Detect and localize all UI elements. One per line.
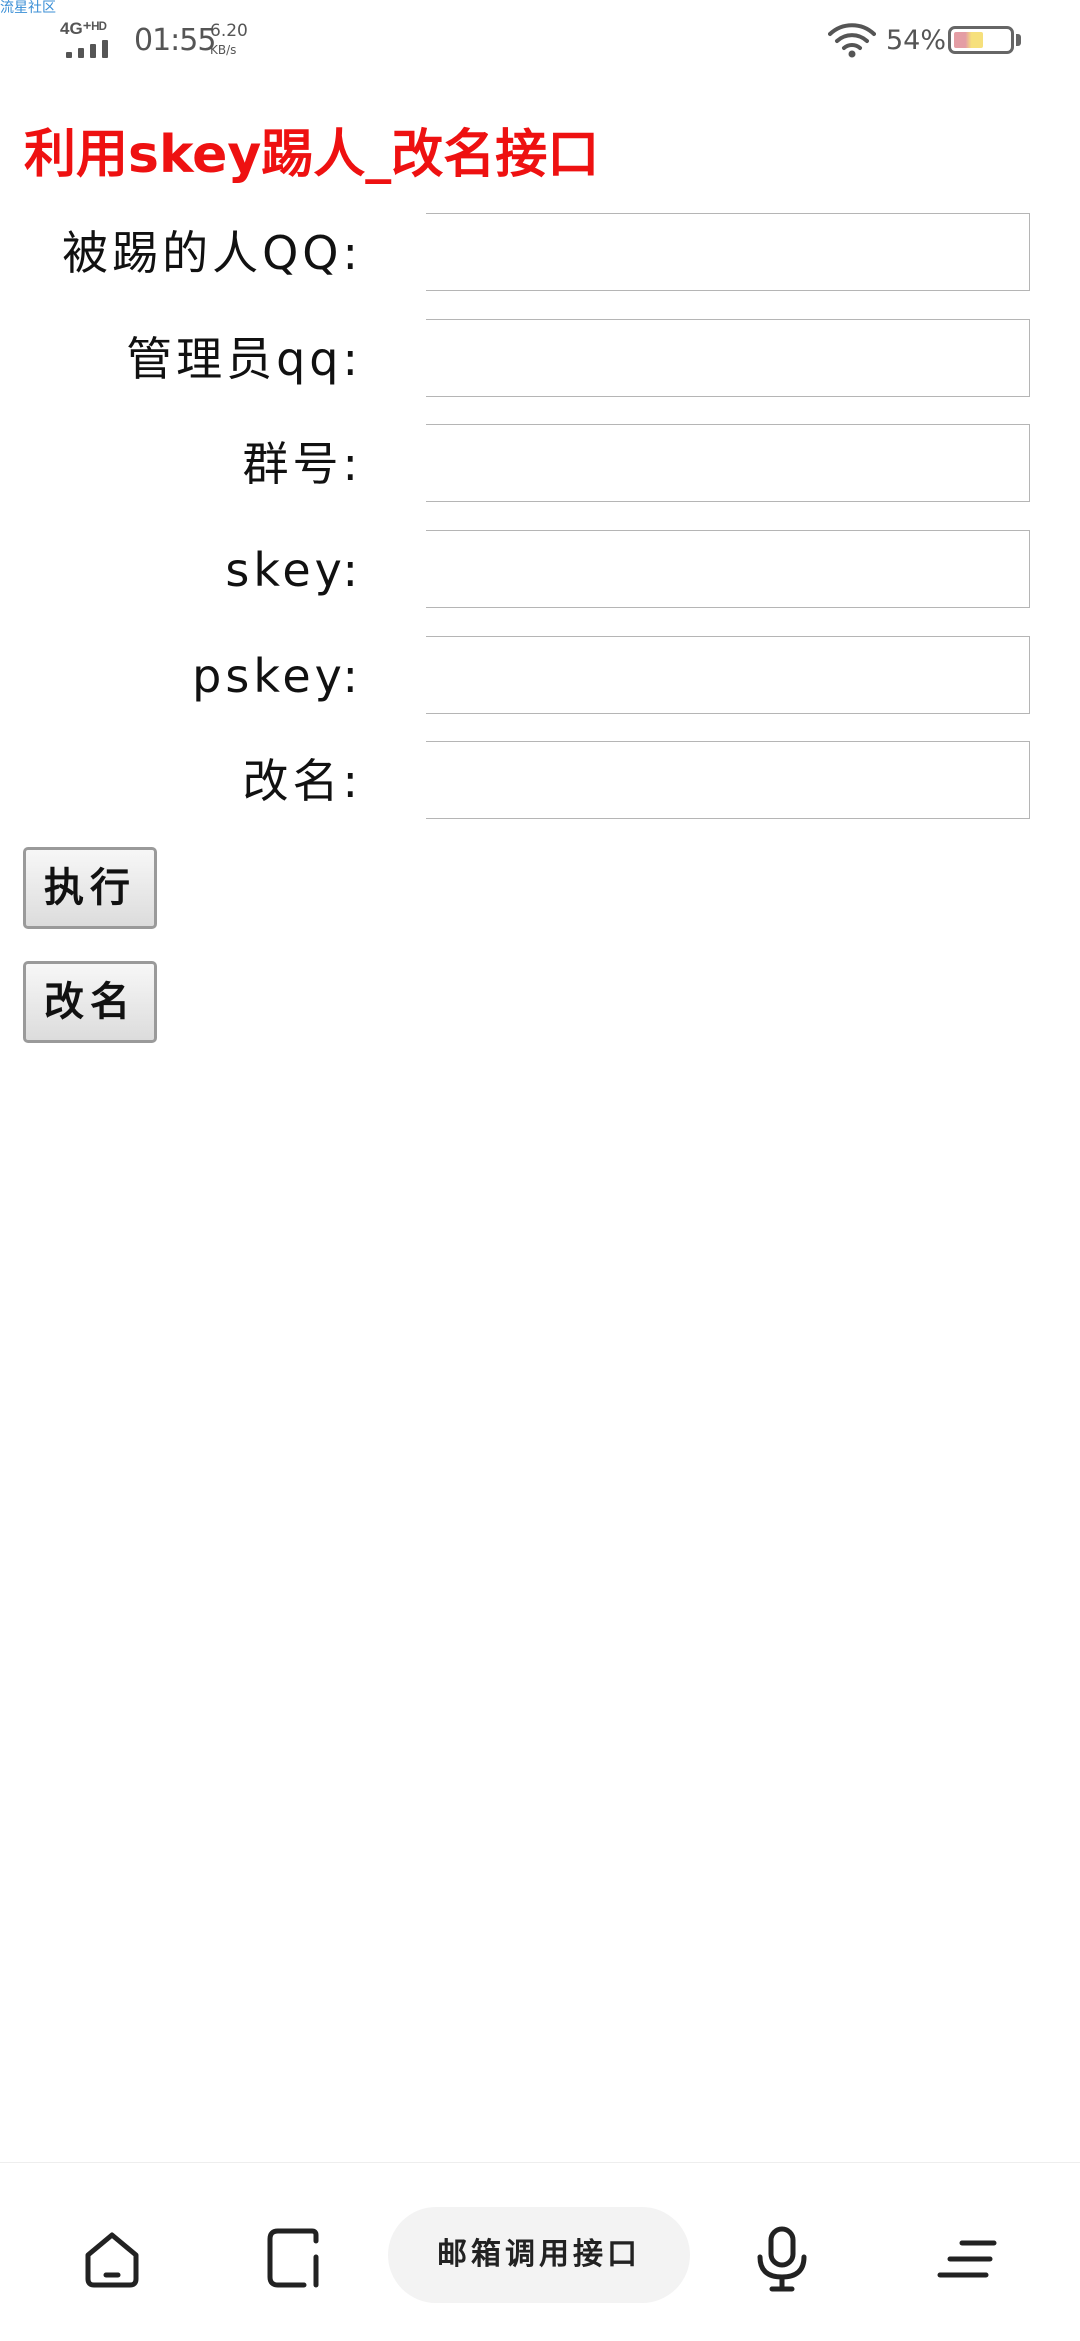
kicked-qq-label: 被踢的人QQ:	[62, 226, 362, 280]
tabs-button[interactable]	[256, 2219, 336, 2299]
skey-label: skey:	[225, 543, 362, 597]
rename-button[interactable]: 改名	[23, 961, 157, 1043]
group-number-label: 群号:	[242, 437, 362, 491]
network-speed-value: 6.20	[210, 21, 248, 41]
form-row-pskey: pskey:	[0, 636, 1080, 716]
network-type: 4G⁺ᴴᴰ	[60, 19, 107, 38]
admin-qq-label: 管理员qq:	[126, 332, 362, 386]
battery-percent: 54%	[886, 25, 947, 56]
form-row-rename: 改名:	[0, 741, 1080, 821]
tabs-icon	[267, 2228, 319, 2288]
network-speed-unit: KB/s	[210, 43, 237, 57]
skey-input[interactable]	[426, 530, 1030, 608]
page-title: 利用skey踢人_改名接口	[24, 125, 600, 185]
pskey-label: pskey:	[192, 649, 362, 703]
battery-level	[954, 32, 984, 48]
email-api-button[interactable]: 邮箱调用接口	[388, 2207, 690, 2303]
menu-button[interactable]	[928, 2219, 1008, 2299]
voice-button[interactable]	[742, 2219, 822, 2299]
form-row-kicked-qq: 被踢的人QQ:	[0, 213, 1080, 293]
microphone-icon	[757, 2226, 807, 2292]
form-row-skey: skey:	[0, 530, 1080, 610]
signal-icon	[66, 40, 118, 58]
execute-button[interactable]: 执行	[23, 847, 157, 929]
battery-tip	[1016, 34, 1021, 46]
form-row-group-number: 群号:	[0, 424, 1080, 504]
group-number-input[interactable]	[426, 424, 1030, 502]
form-row-admin-qq: 管理员qq:	[0, 319, 1080, 399]
wifi-icon	[828, 23, 876, 58]
network-speed: 6.20 KB/s	[210, 22, 248, 60]
battery-icon	[948, 26, 1014, 54]
bottom-nav: 邮箱调用接口	[0, 2162, 1080, 2341]
home-icon	[85, 2232, 139, 2288]
menu-icon	[937, 2240, 997, 2278]
rename-input[interactable]	[426, 741, 1030, 819]
pskey-input[interactable]	[426, 636, 1030, 714]
status-time: 01:55	[134, 23, 216, 58]
kicked-qq-input[interactable]	[426, 213, 1030, 291]
home-button[interactable]	[72, 2219, 152, 2299]
network-indicator: 4G⁺ᴴᴰ	[60, 20, 120, 60]
admin-qq-input[interactable]	[426, 319, 1030, 397]
rename-label: 改名:	[242, 754, 362, 808]
status-bar: 4G⁺ᴴᴰ 01:55 6.20 KB/s 54%	[0, 0, 1080, 84]
